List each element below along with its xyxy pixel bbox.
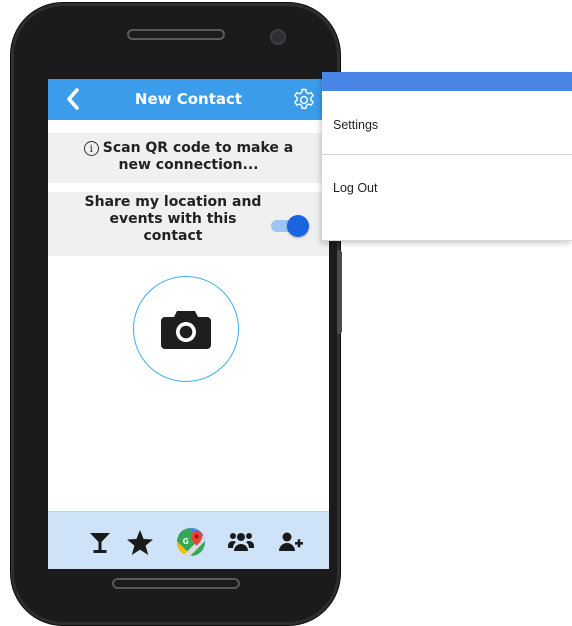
app-screen: New Contact i Scan QR code to make a new… xyxy=(48,79,329,569)
nav-item-drinks[interactable] xyxy=(85,527,115,557)
gear-icon xyxy=(294,88,314,109)
phone-frame: New Contact i Scan QR code to make a new… xyxy=(11,3,340,625)
bottom-navigation: G xyxy=(48,511,329,569)
share-location-label: Share my location and events with this c… xyxy=(84,194,262,244)
share-location-toggle[interactable] xyxy=(269,215,309,237)
cocktail-icon xyxy=(90,533,110,553)
nav-item-maps[interactable]: G xyxy=(176,527,206,557)
menu-item-settings[interactable]: Settings xyxy=(322,91,572,155)
toggle-knob xyxy=(287,215,309,237)
back-button[interactable] xyxy=(60,86,86,112)
add-user-icon xyxy=(279,532,303,551)
nav-item-add-contact[interactable] xyxy=(276,527,306,557)
app-bar: New Contact xyxy=(48,79,329,120)
nav-item-favorites[interactable] xyxy=(125,527,155,557)
menu-header-bar xyxy=(322,72,572,91)
settings-button[interactable] xyxy=(291,87,317,113)
page-title: New Contact xyxy=(134,90,243,108)
scan-qr-camera-button[interactable] xyxy=(133,276,239,382)
chevron-left-icon xyxy=(67,88,79,110)
scan-line-2: new connection... xyxy=(118,157,259,173)
maps-icon: G xyxy=(176,527,206,557)
camera-icon xyxy=(161,311,211,349)
group-icon xyxy=(228,533,254,551)
svg-text:G: G xyxy=(183,537,189,546)
share-location-row: Share my location and events with this c… xyxy=(48,192,329,256)
earpiece-speaker xyxy=(127,29,225,40)
scan-instructions: i Scan QR code to make a new connection.… xyxy=(48,133,329,183)
star-icon xyxy=(127,529,153,555)
nav-item-groups[interactable] xyxy=(226,527,256,557)
scan-line-1: Scan QR code to make a xyxy=(102,140,294,156)
settings-dropdown-menu: Settings Log Out xyxy=(322,72,572,241)
menu-item-log-out[interactable]: Log Out xyxy=(322,159,572,241)
info-icon: i xyxy=(83,141,99,156)
front-camera xyxy=(270,29,286,45)
bottom-speaker xyxy=(112,578,240,589)
phone-side-button xyxy=(337,250,342,334)
